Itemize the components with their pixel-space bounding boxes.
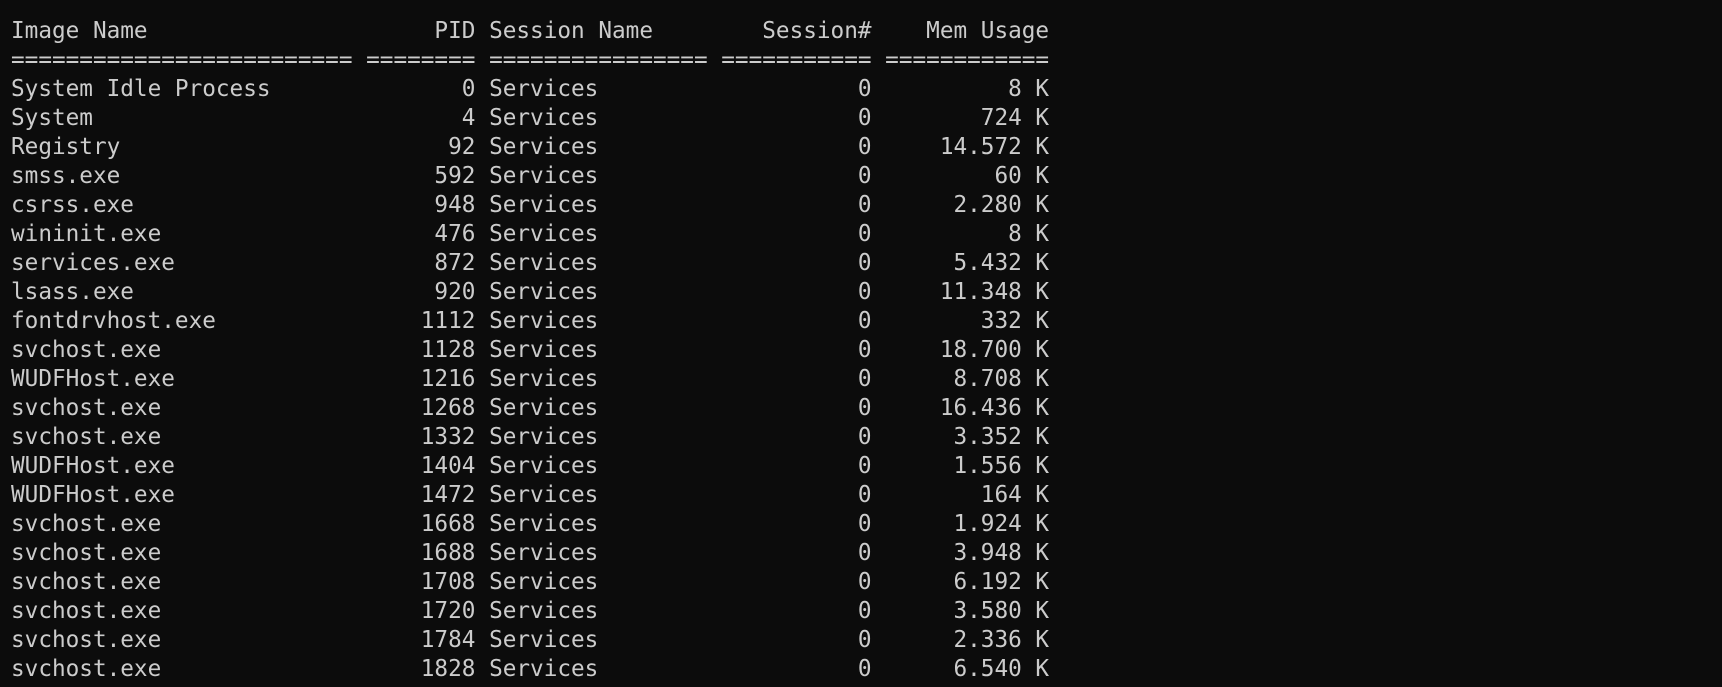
tasklist-header: Image Name PID Session Name Session# Mem…: [11, 18, 1050, 44]
process-row: svchost.exe 1128 Services 0 18.700 K: [11, 337, 1050, 363]
process-row: fontdrvhost.exe 1112 Services 0 332 K: [11, 308, 1050, 334]
process-row: csrss.exe 948 Services 0 2.280 K: [11, 192, 1050, 218]
process-row: svchost.exe 1828 Services 0 6.540 K: [11, 656, 1050, 682]
process-row: svchost.exe 1784 Services 0 2.336 K: [11, 627, 1050, 653]
tasklist-separator: ========================= ======== =====…: [11, 47, 1050, 73]
process-row: wininit.exe 476 Services 0 8 K: [11, 221, 1050, 247]
process-row: svchost.exe 1720 Services 0 3.580 K: [11, 598, 1050, 624]
process-row: svchost.exe 1332 Services 0 3.352 K: [11, 424, 1050, 450]
process-row: lsass.exe 920 Services 0 11.348 K: [11, 279, 1050, 305]
process-row: svchost.exe 1688 Services 0 3.948 K: [11, 540, 1050, 566]
process-row: WUDFHost.exe 1472 Services 0 164 K: [11, 482, 1050, 508]
process-row: Registry 92 Services 0 14.572 K: [11, 134, 1050, 160]
process-list: System Idle Process 0 Services 0 8 K Syst…: [11, 75, 1722, 684]
process-row: svchost.exe 1268 Services 0 16.436 K: [11, 395, 1050, 421]
process-row: System 4 Services 0 724 K: [11, 105, 1050, 131]
process-row: smss.exe 592 Services 0 60 K: [11, 163, 1050, 189]
terminal-window[interactable]: Image Name PID Session Name Session# Mem…: [0, 0, 1722, 687]
process-row: svchost.exe 1668 Services 0 1.924 K: [11, 511, 1050, 537]
process-row: WUDFHost.exe 1404 Services 0 1.556 K: [11, 453, 1050, 479]
process-row: svchost.exe 1708 Services 0 6.192 K: [11, 569, 1050, 595]
process-row: WUDFHost.exe 1216 Services 0 8.708 K: [11, 366, 1050, 392]
process-row: services.exe 872 Services 0 5.432 K: [11, 250, 1050, 276]
process-row: System Idle Process 0 Services 0 8 K: [11, 76, 1050, 102]
